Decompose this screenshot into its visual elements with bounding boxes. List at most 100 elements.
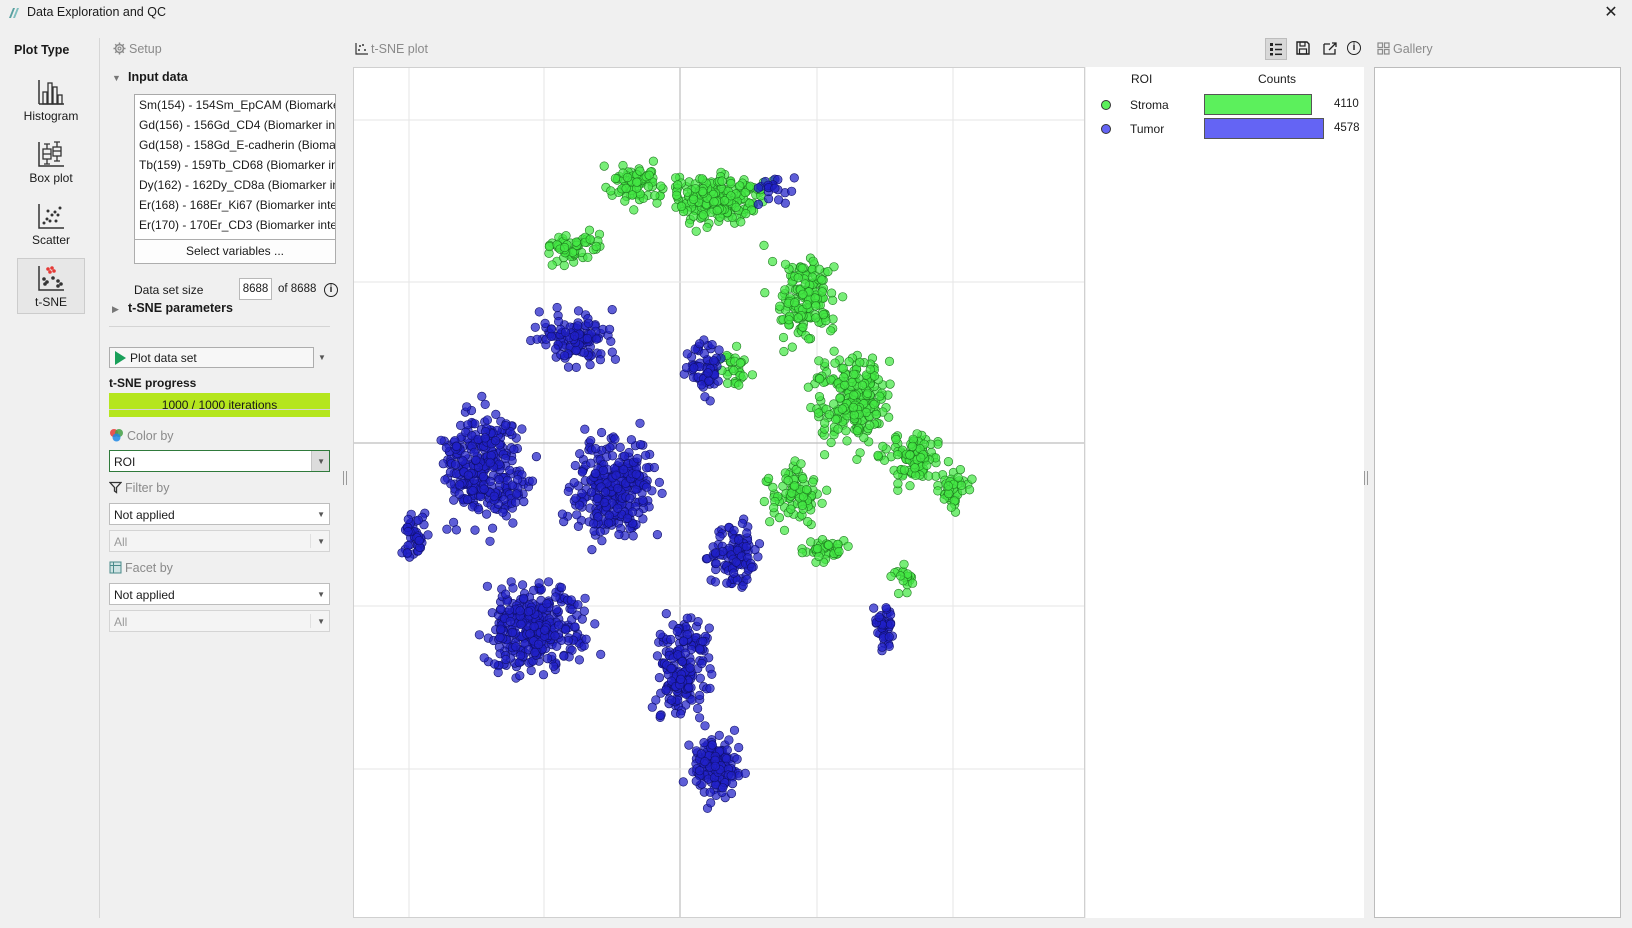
tumor-point bbox=[477, 391, 487, 402]
tumor-point bbox=[508, 518, 518, 528]
tumor-point bbox=[549, 661, 559, 671]
tumor-point bbox=[685, 663, 695, 673]
stroma-point bbox=[885, 379, 895, 389]
stroma-point bbox=[814, 392, 825, 402]
tsne-plot[interactable] bbox=[353, 67, 1085, 918]
info-icon[interactable]: i bbox=[324, 283, 338, 297]
tumor-point bbox=[729, 568, 739, 578]
plot-type-scatter[interactable]: Scatter bbox=[17, 196, 85, 252]
tumor-point bbox=[787, 186, 797, 196]
variable-list[interactable]: Sm(154) - 154Sm_EpCAM (Biomarker intensi… bbox=[134, 94, 336, 243]
stroma-point bbox=[712, 205, 722, 216]
stroma-point bbox=[585, 234, 595, 244]
stroma-point bbox=[829, 346, 839, 356]
tumor-point bbox=[729, 725, 740, 735]
plot-options-dropdown[interactable]: ▼ bbox=[314, 347, 330, 368]
tumor-point bbox=[732, 754, 742, 764]
plot-type-title: Plot Type bbox=[14, 43, 70, 57]
tumor-point bbox=[451, 441, 462, 452]
tumor-point bbox=[693, 703, 703, 714]
tumor-point bbox=[589, 518, 599, 529]
stroma-point bbox=[650, 190, 660, 201]
tumor-point bbox=[613, 503, 623, 513]
tsne-parameters-toggle[interactable]: ▶ t-SNE parameters bbox=[112, 301, 233, 315]
stroma-point bbox=[943, 457, 954, 467]
list-item[interactable]: Dy(162) - 162Dy_CD8a (Biomarker intensit… bbox=[135, 175, 335, 195]
legend-row-tumor[interactable]: Tumor 4578 bbox=[1086, 117, 1364, 141]
tumor-point bbox=[687, 695, 697, 705]
stroma-point bbox=[817, 275, 827, 285]
list-item[interactable]: Sm(154) - 154Sm_EpCAM (Biomarker intensi… bbox=[135, 95, 335, 115]
tumor-point bbox=[678, 777, 688, 787]
list-item[interactable]: Gd(156) - 156Gd_CD4 (Biomarker intensity… bbox=[135, 115, 335, 135]
tumor-point bbox=[569, 478, 579, 488]
stroma-point bbox=[560, 242, 570, 253]
tumor-point bbox=[737, 518, 748, 529]
tumor-point bbox=[625, 493, 635, 503]
dataset-size-input[interactable]: 8688 bbox=[239, 278, 272, 300]
list-item[interactable]: Er(168) - 168Er_Ki67 (Biomarker intensit… bbox=[135, 195, 335, 215]
stroma-point bbox=[627, 190, 638, 200]
gallery-panel[interactable] bbox=[1374, 67, 1621, 918]
color-by-select[interactable]: ROI ▼ bbox=[109, 450, 330, 472]
tumor-point bbox=[557, 509, 567, 519]
save-button[interactable] bbox=[1293, 38, 1315, 60]
stroma-point bbox=[808, 477, 818, 487]
list-item[interactable]: Gd(158) - 158Gd_E-cadherin (Biomarker in… bbox=[135, 135, 335, 155]
tumor-point bbox=[707, 340, 717, 350]
tumor-point bbox=[482, 415, 492, 425]
stroma-point bbox=[862, 388, 873, 398]
facet-by-select[interactable]: Not applied ▼ bbox=[109, 583, 330, 605]
list-item[interactable]: Er(170) - 170Er_CD3 (Biomarker intensity… bbox=[135, 215, 335, 235]
tsne-scatter-canvas[interactable] bbox=[354, 68, 1084, 917]
stroma-point bbox=[852, 426, 862, 436]
tumor-point bbox=[741, 542, 751, 552]
stroma-point bbox=[591, 241, 601, 251]
legend-row-stroma[interactable]: Stroma 4110 bbox=[1086, 93, 1364, 117]
tumor-point bbox=[605, 324, 615, 334]
tumor-point bbox=[677, 656, 687, 667]
export-button[interactable] bbox=[1320, 38, 1342, 60]
stroma-point bbox=[606, 186, 616, 196]
splitter-handle[interactable] bbox=[343, 471, 347, 485]
legend-count: 4578 bbox=[1334, 122, 1360, 134]
tumor-point bbox=[500, 421, 511, 431]
legend-toggle-button[interactable] bbox=[1265, 38, 1287, 60]
close-icon[interactable]: ✕ bbox=[1602, 2, 1620, 22]
plot-data-set-button[interactable]: Plot data set bbox=[109, 347, 314, 368]
stroma-point bbox=[842, 436, 852, 446]
tumor-point bbox=[505, 616, 515, 627]
chevron-down-icon: ▼ bbox=[317, 457, 325, 466]
tumor-point bbox=[480, 433, 490, 443]
facet-by-header: Facet by bbox=[109, 561, 173, 575]
tumor-point bbox=[571, 345, 581, 355]
plot-type-box-plot[interactable]: Box plot bbox=[17, 134, 85, 190]
stroma-point bbox=[818, 310, 829, 320]
tumor-point bbox=[531, 452, 541, 462]
stroma-point bbox=[723, 378, 733, 389]
splitter-handle[interactable] bbox=[1364, 471, 1368, 485]
list-item[interactable]: Tb(159) - 159Tb_CD68 (Biomarker intensit… bbox=[135, 155, 335, 175]
input-data-toggle[interactable]: ▼ Input data bbox=[112, 70, 188, 84]
filter-icon bbox=[108, 481, 123, 494]
select-variables-button[interactable]: Select variables ... bbox=[134, 239, 336, 264]
tumor-point bbox=[700, 756, 710, 767]
stroma-point bbox=[907, 578, 918, 588]
tumor-point bbox=[672, 626, 682, 637]
stroma-point bbox=[826, 326, 836, 336]
stroma-point bbox=[632, 177, 642, 187]
tumor-point bbox=[614, 457, 624, 468]
tumor-point bbox=[614, 529, 624, 540]
filter-by-select[interactable]: Not applied ▼ bbox=[109, 503, 330, 525]
plot-type-tsne[interactable]: t-SNE bbox=[17, 258, 85, 314]
tumor-point bbox=[654, 672, 665, 683]
about-button[interactable]: i bbox=[1346, 38, 1368, 60]
stroma-point bbox=[891, 434, 901, 445]
tumor-point bbox=[526, 665, 536, 676]
tumor-point bbox=[682, 613, 692, 623]
stroma-point bbox=[848, 402, 859, 413]
tumor-point bbox=[518, 580, 528, 590]
stroma-point bbox=[899, 559, 909, 569]
plot-type-histogram[interactable]: Histogram bbox=[17, 72, 85, 128]
tumor-point bbox=[661, 685, 671, 695]
